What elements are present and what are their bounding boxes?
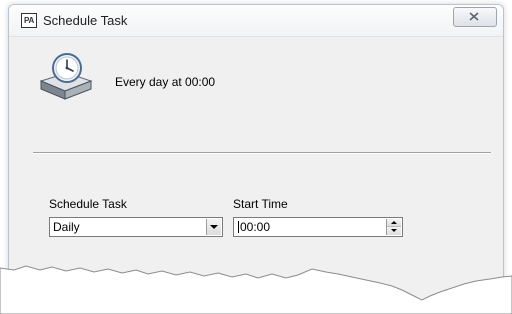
time-spinner[interactable] xyxy=(386,219,401,235)
spin-up-icon xyxy=(391,221,397,224)
window-title: Schedule Task xyxy=(43,13,128,28)
schedule-dropdown-value: Daily xyxy=(53,220,80,234)
title-bar[interactable]: PA Schedule Task xyxy=(9,5,503,37)
text-caret xyxy=(238,221,239,233)
spin-down-button[interactable] xyxy=(387,227,401,235)
app-logo-icon: PA xyxy=(21,13,37,28)
start-time-label: Start Time xyxy=(233,197,288,211)
schedule-task-dialog: PA Schedule Task Every day at 00:00 Sche… xyxy=(8,4,504,306)
chevron-down-icon xyxy=(210,225,218,229)
close-icon xyxy=(469,12,479,21)
schedule-summary: Every day at 00:00 xyxy=(115,75,216,89)
spin-down-icon xyxy=(391,229,397,232)
start-time-field[interactable]: 00:00 xyxy=(233,217,403,237)
schedule-dropdown[interactable]: Daily xyxy=(49,217,223,237)
dropdown-arrow-button[interactable] xyxy=(206,219,221,235)
close-button[interactable] xyxy=(453,7,497,27)
start-time-value[interactable]: 00:00 xyxy=(240,220,360,234)
screenshot-scene: PA Schedule Task Every day at 00:00 Sche… xyxy=(0,0,512,314)
scheduled-task-clock-icon xyxy=(39,53,93,100)
schedule-task-label: Schedule Task xyxy=(49,197,127,211)
divider xyxy=(33,152,491,154)
spin-up-button[interactable] xyxy=(387,219,401,227)
